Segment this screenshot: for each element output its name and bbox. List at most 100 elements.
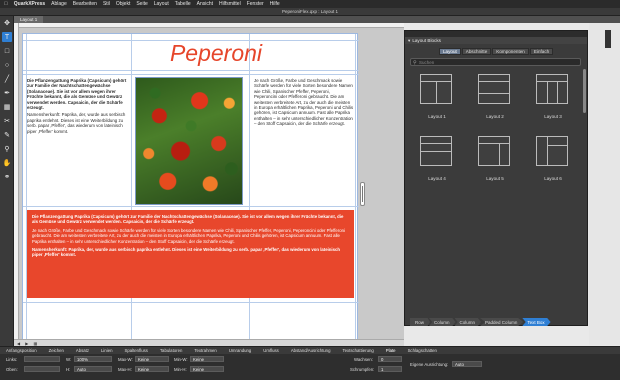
layout-1-thumbnail <box>420 74 452 104</box>
page-nav-next-icon[interactable]: ▶ <box>25 341 28 346</box>
move-tool-icon[interactable]: ✥ <box>2 18 12 28</box>
oben-field[interactable] <box>24 366 60 372</box>
left-body-paragraph: Namensherkunft: Paprika, der, wurde aus … <box>27 112 126 134</box>
links-field[interactable] <box>24 356 60 362</box>
document-tab[interactable]: Layout 1 <box>14 16 44 23</box>
mtab-anfangsposition[interactable]: Anfangsposition <box>6 348 37 353</box>
menu-seite[interactable]: Seite <box>136 1 147 7</box>
collapsed-panel-buttons[interactable] <box>605 30 611 48</box>
max-height-field[interactable]: Keine <box>135 366 169 372</box>
breadcrumb-row[interactable]: Row <box>410 318 431 326</box>
mtab-linien[interactable]: Linien <box>101 348 112 353</box>
mtab-umfluss[interactable]: Umfluss <box>263 348 279 353</box>
wachsen-label: Wachsen: <box>354 357 373 362</box>
width-field[interactable]: 100% <box>74 356 112 362</box>
layout-search-input[interactable]: ⚲ Suchen <box>410 58 581 66</box>
layout-block-4[interactable]: Layout 4 <box>410 131 464 189</box>
layout-block-6[interactable]: Layout 6 <box>526 131 580 189</box>
scissors-tool-icon[interactable]: ✂ <box>2 116 12 126</box>
right-body-paragraph: Je nach Größe, Farbe und Geschmack sowie… <box>254 78 354 127</box>
breadcrumb-padded-column[interactable]: Padded Column <box>480 318 524 326</box>
left-text-box[interactable]: Die Pflanzengattung Paprika (Capsicum) g… <box>27 78 127 203</box>
layout-page[interactable]: Peperoni Die Pflanzengattung Paprika (Ca… <box>22 33 359 344</box>
layout-block-2[interactable]: Layout 2 <box>468 69 522 127</box>
min-height-field[interactable]: Keine <box>190 366 224 372</box>
menu-ablage[interactable]: Ablage <box>51 1 67 7</box>
mtab-tabulatoren[interactable]: Tabulatoren <box>160 348 182 353</box>
eyedropper-tool-icon[interactable]: ✎ <box>2 130 12 140</box>
layout-block-5[interactable]: Layout 5 <box>468 131 522 189</box>
mtab-zeichen[interactable]: Zeichen <box>49 348 64 353</box>
table-tool-icon[interactable]: ▦ <box>2 102 12 112</box>
red-text-box[interactable]: Die Pflanzengattung Paprika (Capsicum) g… <box>27 210 354 298</box>
max-width-field[interactable]: Keine <box>135 356 169 362</box>
panel-splitter-handle[interactable] <box>360 182 365 206</box>
mtab-textrahmen[interactable]: Textrahmen <box>194 348 216 353</box>
menu-hilfsmittel[interactable]: Hilfsmittel <box>219 1 241 7</box>
min-width-field[interactable]: Keine <box>190 356 224 362</box>
hand-tool-icon[interactable]: ✋ <box>2 158 12 168</box>
menu-bearbeiten[interactable]: Bearbeiten <box>73 1 97 7</box>
margin-guide <box>23 74 359 75</box>
panel-title[interactable]: ▾ Layout Blocks <box>405 37 587 44</box>
layout-2-thumbnail <box>478 74 510 104</box>
line-tool-icon[interactable]: ╱ <box>2 74 12 84</box>
tab-layout[interactable]: Layout <box>439 48 461 55</box>
page-headline[interactable]: Peperoni <box>131 38 301 68</box>
tab-komponenten[interactable]: Komponenten <box>492 48 529 55</box>
menu-stil[interactable]: Stil <box>103 1 110 7</box>
rectangle-tool-icon[interactable]: □ <box>2 46 12 56</box>
menu-bar:  QuarkXPress Ablage Bearbeiten Stil Obj… <box>0 0 620 8</box>
structure-breadcrumb: Row Column Column Padded Column Text Box <box>410 318 551 326</box>
red-box-paragraph-1: Die Pflanzengattung Paprika (Capsicum) g… <box>32 214 344 225</box>
menu-tabelle[interactable]: Tabelle <box>175 1 191 7</box>
mtab-schlagschatten[interactable]: Schlagschatten <box>408 348 437 353</box>
window-title: PeperoniFlex.qxp : Layout 1 <box>281 9 339 14</box>
layout-caption: Layout 1 <box>428 114 446 119</box>
mtab-textschattierung[interactable]: Textschattierung <box>342 348 373 353</box>
menu-ansicht[interactable]: Ansicht <box>197 1 213 7</box>
menu-app[interactable]: QuarkXPress <box>14 1 45 7</box>
schrumpfen-field[interactable]: 1 <box>378 366 402 372</box>
mtab-plate[interactable]: Plate <box>386 348 396 353</box>
mtab-spaltenfluss[interactable]: Spaltenfluss <box>124 348 147 353</box>
breadcrumb-column[interactable]: Column <box>429 318 456 326</box>
vertical-ruler[interactable] <box>14 23 19 345</box>
horizontal-ruler[interactable] <box>14 23 404 28</box>
breadcrumb-column[interactable]: Column <box>454 318 482 326</box>
menu-fenster[interactable]: Fenster <box>247 1 264 7</box>
tab-einfach[interactable]: Einfach <box>529 48 554 55</box>
height-field[interactable]: Auto <box>74 366 112 372</box>
zoom-tool-icon[interactable]: ⚲ <box>2 144 12 154</box>
menu-layout[interactable]: Layout <box>154 1 169 7</box>
breadcrumb-text-box[interactable]: Text Box <box>522 318 551 326</box>
mtab-absatz[interactable]: Absatz <box>76 348 89 353</box>
peppers-photo[interactable] <box>135 77 243 205</box>
layout-caption: Layout 4 <box>428 176 446 181</box>
panel-scrollbar[interactable] <box>583 69 586 113</box>
pen-tool-icon[interactable]: ✒ <box>2 88 12 98</box>
right-text-box[interactable]: Je nach Größe, Farbe und Geschmack sowie… <box>254 78 354 203</box>
eigene-ausrichtung-select[interactable]: Auto <box>452 361 482 367</box>
h-label: H: <box>66 367 71 372</box>
mtab-umrandung[interactable]: Umrandung <box>229 348 251 353</box>
wachsen-field[interactable]: 0 <box>378 356 402 362</box>
mtab-abstand[interactable]: Abstand/Ausrichtung <box>291 348 331 353</box>
tool-palette: ✥ T □ ○ ╱ ✒ ▦ ✂ ✎ ⚲ ✋ ⚭ <box>0 16 14 346</box>
grid-view-icon[interactable]: ▦ <box>33 341 37 346</box>
ellipse-tool-icon[interactable]: ○ <box>2 60 12 70</box>
eigene-ausrichtung-label: Eigene Ausrichtung: <box>410 362 449 367</box>
apple-icon[interactable]:  <box>4 1 8 7</box>
panel-collapse-icon[interactable]: ▾ <box>408 38 410 44</box>
link-tool-icon[interactable]: ⚭ <box>2 172 12 182</box>
layout-blocks-panel: ▾ Layout Blocks Layout Abschnitte Kompon… <box>404 30 588 326</box>
layout-block-1[interactable]: Layout 1 <box>410 69 464 127</box>
tab-abschnitte[interactable]: Abschnitte <box>461 48 492 55</box>
menu-objekt[interactable]: Objekt <box>116 1 130 7</box>
page-nav-first-icon[interactable]: ◀ <box>17 341 20 346</box>
layout-caption: Layout 2 <box>486 114 504 119</box>
text-tool-icon[interactable]: T <box>2 32 12 42</box>
menu-hilfe[interactable]: Hilfe <box>270 1 280 7</box>
layout-5-thumbnail <box>478 136 510 166</box>
layout-block-3[interactable]: Layout 3 <box>526 69 580 127</box>
